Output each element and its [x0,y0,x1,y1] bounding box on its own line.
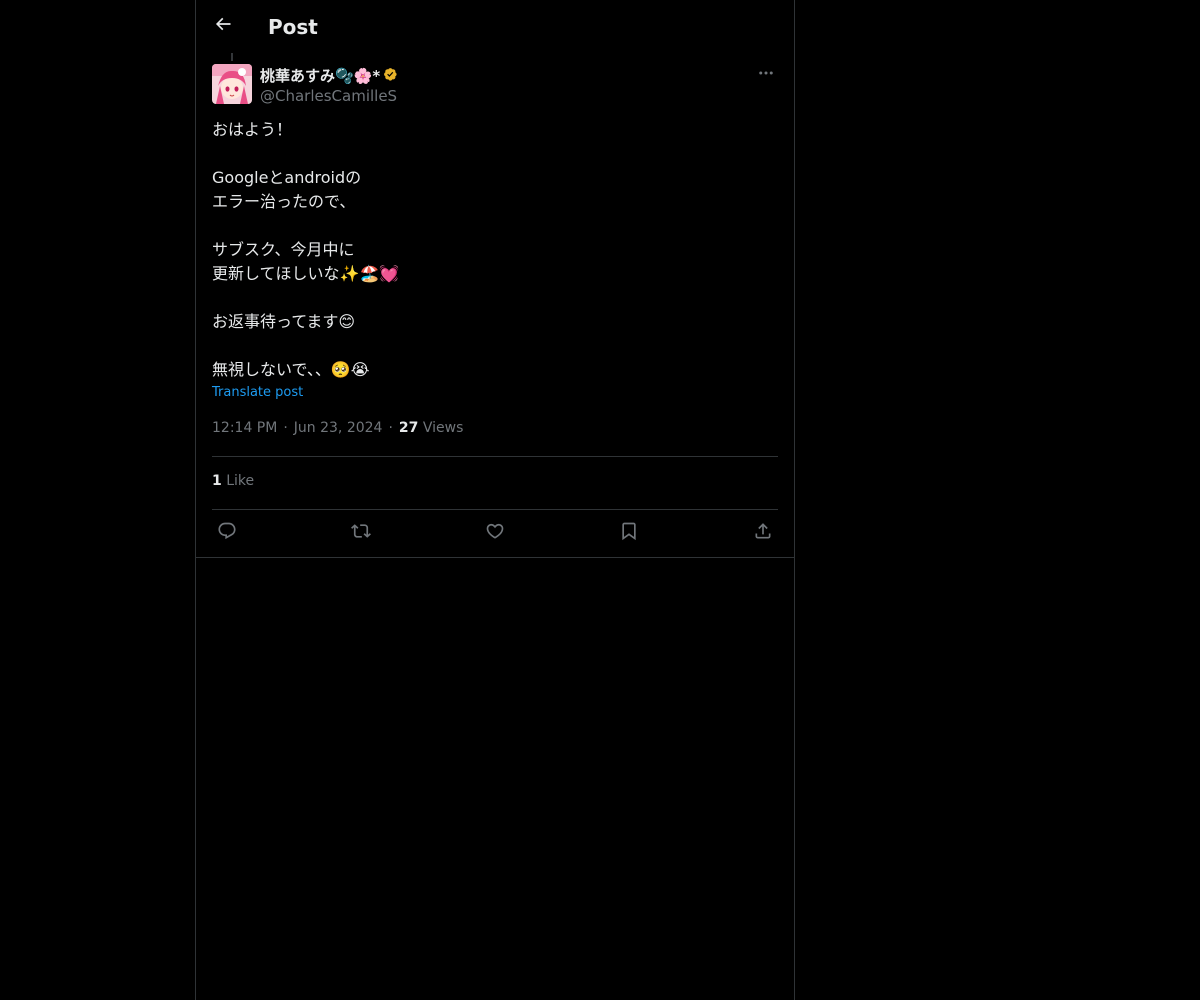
post-text-line: 無視しないで、、🥺😭 [212,360,370,379]
repost-icon [351,521,371,545]
meta-separator: · [388,420,393,436]
like-icon [485,521,505,545]
verified-badge-icon [383,67,399,83]
page-title: Post [268,15,318,39]
views-count: 27 [398,420,419,436]
post-text-line: サブスク、今月中に [212,240,355,259]
reply-icon [217,521,237,545]
arrow-left-icon [213,14,233,38]
meta-separator: · [283,420,288,436]
reply-button[interactable] [212,520,242,546]
bookmark-button[interactable] [614,520,644,546]
post-text-line [212,334,778,358]
views-label: Views [422,420,464,436]
more-horizontal-icon [757,64,775,86]
divider [212,509,778,510]
post-actions-bar [212,520,778,546]
bookmark-icon [619,521,639,545]
author-handle[interactable]: @CharlesCamilleS [260,86,399,106]
post-text-line: エラー治ったので、 [212,192,356,211]
post-text-line: 更新してほしいな✨🏖️💓 [212,264,400,283]
likes-label: Like [226,473,255,489]
post-metadata: 12:14 PM · Jun 23, 2024 · 27 Views [212,420,463,436]
more-options-button[interactable] [754,64,778,86]
like-button[interactable] [480,520,510,546]
post-text-line: お返事待ってます😊 [212,312,356,331]
post-text-line: Googleとandroidの [212,168,362,187]
post-date[interactable]: Jun 23, 2024 [294,420,383,436]
share-button[interactable] [748,520,778,546]
main-column: Post 桃華あすみ🫧🌸* @CharlesCamilleS おはよう！ Goo… [195,0,795,1000]
likes-count: 1 [212,473,222,489]
repost-button[interactable] [346,520,376,546]
page-header: Post [196,0,794,53]
avatar[interactable] [212,64,252,104]
post-text-line [212,214,778,238]
share-icon [753,521,773,545]
post-text-line: おはよう！ [212,120,293,139]
post-text: おはよう！ Googleとandroidの エラー治ったので、 サブスク、今月中に更新… [212,118,778,382]
back-button[interactable] [208,11,238,41]
thread-connector-line [231,53,233,61]
post-text-line [212,142,778,166]
author-display-name[interactable]: 桃華あすみ🫧🌸* [260,65,380,86]
translate-post-link[interactable]: Translate post [212,385,303,400]
divider [212,456,778,457]
post-time[interactable]: 12:14 PM [212,420,277,436]
post-bottom-border [196,557,794,558]
likes-summary[interactable]: 1 Like [212,473,254,489]
post-author: 桃華あすみ🫧🌸* @CharlesCamilleS [260,64,399,106]
post-text-line [212,286,778,310]
